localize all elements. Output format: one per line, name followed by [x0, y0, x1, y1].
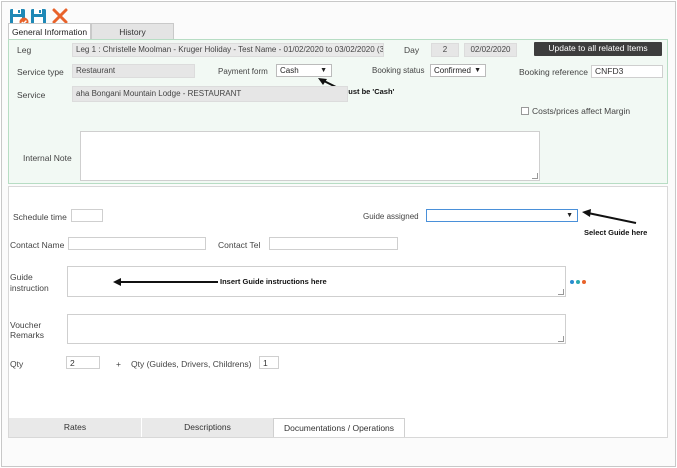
- booking-reference-input[interactable]: CNFD3: [591, 65, 663, 78]
- annotation-payment: Must be 'Cash': [342, 87, 395, 96]
- contact-tel-input[interactable]: [269, 237, 398, 250]
- costs-margin-label: Costs/prices affect Margin: [532, 106, 631, 116]
- resize-grip-icon: [558, 336, 564, 342]
- annotation-instruction: Insert Guide instructions here: [220, 277, 327, 286]
- internal-note-textarea[interactable]: [80, 131, 540, 181]
- tab-rates[interactable]: Rates: [9, 418, 141, 437]
- service-type-field: Restaurant: [72, 64, 195, 78]
- annotation-arrow-icon: [582, 209, 637, 224]
- costs-margin-checkbox[interactable]: [521, 107, 529, 115]
- guide-instruction-label-2: instruction: [10, 283, 49, 293]
- resize-grip-icon: [532, 173, 538, 179]
- chevron-down-icon: ▼: [566, 212, 573, 219]
- qty-guides-input[interactable]: 1: [259, 356, 279, 369]
- chevron-down-icon: ▼: [474, 67, 481, 74]
- resize-grip-icon: [558, 289, 564, 295]
- internal-note-label: Internal Note: [23, 153, 72, 163]
- plus-sign: +: [116, 359, 121, 369]
- contact-name-label: Contact Name: [10, 240, 65, 250]
- guide-assigned-label: Guide assigned: [363, 212, 419, 221]
- voucher-remarks-textarea[interactable]: [67, 314, 566, 344]
- qty-label: Qty: [10, 359, 24, 369]
- guide-assigned-select[interactable]: ▼: [426, 209, 578, 222]
- voucher-remarks-label-2: Remarks: [10, 330, 45, 340]
- service-type-label: Service type: [17, 67, 64, 77]
- more-options-icon[interactable]: [570, 280, 590, 285]
- tab-descriptions[interactable]: Descriptions: [142, 418, 273, 437]
- booking-status-value: Confirmed: [434, 66, 471, 75]
- contact-name-input[interactable]: [68, 237, 206, 250]
- booking-status-select[interactable]: Confirmed ▼: [430, 64, 486, 77]
- booking-status-label: Booking status: [372, 66, 425, 75]
- payment-form-label: Payment form: [218, 67, 268, 76]
- tab-history[interactable]: History: [91, 23, 174, 40]
- qty-input[interactable]: 2: [66, 356, 100, 369]
- voucher-remarks-label-1: Voucher: [10, 320, 42, 330]
- date-field: 02/02/2020: [464, 43, 517, 57]
- leg-field: Leg 1 : Christelle Moolman - Kruger Holi…: [72, 43, 384, 57]
- contact-tel-label: Contact Tel: [218, 240, 261, 250]
- update-related-items-button[interactable]: Update to all related Items: [534, 42, 662, 56]
- leg-label: Leg: [17, 45, 32, 55]
- service-field: aha Bongani Mountain Lodge - RESTAURANT: [72, 86, 348, 102]
- tab-documentations-operations[interactable]: Documentations / Operations: [273, 418, 405, 437]
- schedule-time-input[interactable]: [71, 209, 103, 222]
- booking-reference-label: Booking reference: [519, 67, 588, 77]
- guide-instruction-label-1: Guide: [10, 272, 33, 282]
- tab-general-information[interactable]: General Information: [8, 23, 91, 40]
- payment-form-value: Cash: [280, 66, 299, 75]
- annotation-arrow-icon: [113, 278, 218, 286]
- qty-guides-label: Qty (Guides, Drivers, Childrens): [131, 359, 252, 369]
- annotation-guide: Select Guide here: [584, 228, 648, 237]
- chevron-down-icon: ▼: [320, 67, 327, 74]
- bottom-tab-bar: Rates Descriptions Documentations / Oper…: [9, 418, 535, 437]
- schedule-time-label: Schedule time: [13, 212, 67, 222]
- day-field: 2: [431, 43, 459, 57]
- service-label: Service: [17, 90, 46, 100]
- day-label: Day: [404, 45, 420, 55]
- documentations-operations-panel: [8, 186, 668, 438]
